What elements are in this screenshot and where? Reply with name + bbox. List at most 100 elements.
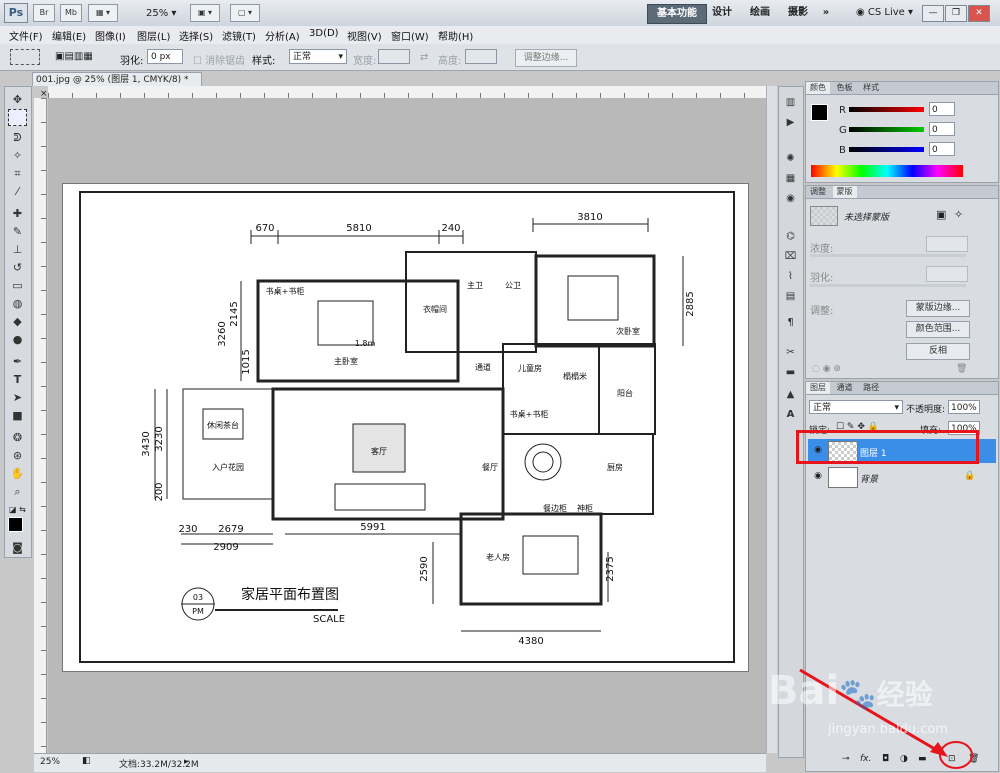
tab-swatches[interactable]: 色板 xyxy=(833,82,857,94)
restore-button[interactable]: ❐ xyxy=(945,5,967,22)
status-menu-arrow-icon[interactable]: ▸ xyxy=(184,757,189,767)
width-input[interactable] xyxy=(378,49,410,64)
shape-tool-icon[interactable]: ■ xyxy=(8,407,27,424)
3d-rotate-tool-icon[interactable]: ❂ xyxy=(8,429,27,446)
zoom-level-dropdown[interactable]: 25% ▾ xyxy=(146,8,176,19)
mask-feather-slider[interactable] xyxy=(810,284,966,287)
menu-image[interactable]: 图像(I) xyxy=(95,28,126,43)
paragraph-panel-icon[interactable]: ¶ xyxy=(782,315,799,330)
blend-mode-select[interactable]: 正常 ▾ xyxy=(809,400,903,414)
density-slider[interactable] xyxy=(810,254,966,257)
brush-presets-icon[interactable]: ✺ xyxy=(782,151,799,166)
vertical-scrollbar[interactable] xyxy=(766,86,777,753)
default-colors-icon[interactable]: ◪ ⇆ xyxy=(9,505,26,514)
mask-delete-icon[interactable]: 🗑 xyxy=(956,364,967,374)
zoom-tool-icon[interactable]: ⌕ xyxy=(8,483,27,500)
close-window-button[interactable]: ✕ xyxy=(968,5,990,22)
b-slider[interactable] xyxy=(849,147,924,152)
menu-3d[interactable]: 3D(D) xyxy=(309,28,339,39)
clone-stamp-tool-icon[interactable]: ⊥ xyxy=(8,241,27,258)
tool-presets-icon[interactable]: ⌬ xyxy=(782,229,799,244)
tab-masks[interactable]: 蒙版 xyxy=(832,186,857,198)
workspace-painting[interactable]: 绘画 xyxy=(745,4,775,22)
refine-edge-button[interactable]: 调整边缘... xyxy=(515,49,577,67)
blur-tool-icon[interactable]: ◆ xyxy=(8,313,27,330)
mask-edge-button[interactable]: 蒙版边缘... xyxy=(906,300,970,317)
anti-alias-checkbox[interactable]: ☐ 消除锯齿 xyxy=(193,52,245,67)
visibility-eye-icon[interactable]: ◉ xyxy=(812,471,824,483)
menu-window[interactable]: 窗口(W) xyxy=(391,28,429,43)
tab-styles[interactable]: 样式 xyxy=(859,82,883,94)
menu-layer[interactable]: 图层(L) xyxy=(137,28,170,43)
styles-icon[interactable]: ▲ xyxy=(782,387,799,402)
more-workspaces-icon[interactable]: » xyxy=(818,4,834,22)
invert-button[interactable]: 反相 xyxy=(906,343,970,360)
workspace-design[interactable]: 设计 xyxy=(708,4,736,22)
menu-select[interactable]: 选择(S) xyxy=(179,28,213,43)
swap-icon[interactable]: ⇄ xyxy=(420,52,428,63)
mini-bridge-button[interactable]: Mb xyxy=(60,4,82,22)
cs-live-button[interactable]: ◉ CS Live ▾ xyxy=(856,7,913,18)
color-range-button[interactable]: 颜色范围... xyxy=(906,321,970,338)
document-canvas[interactable]: 670 5810 240 3810 3260 2145 1015 3430 32… xyxy=(62,183,749,672)
r-input[interactable]: 0 xyxy=(929,102,955,116)
workspace-photography[interactable]: 摄影 xyxy=(783,4,813,22)
animation-panel-icon[interactable]: ⌧ xyxy=(782,249,799,264)
r-slider[interactable] xyxy=(849,107,924,112)
minimize-button[interactable]: — xyxy=(922,5,944,22)
menu-analysis[interactable]: 分析(A) xyxy=(265,28,300,43)
type-tool-icon[interactable]: T xyxy=(8,371,27,388)
history-panel-icon[interactable]: ▥ xyxy=(782,95,799,110)
move-tool-icon[interactable]: ✥ xyxy=(8,91,27,108)
history-brush-tool-icon[interactable]: ↺ xyxy=(8,259,27,276)
status-zoom[interactable]: 25% xyxy=(40,757,60,767)
menu-help[interactable]: 帮助(H) xyxy=(438,28,473,43)
g-input[interactable]: 0 xyxy=(929,122,955,136)
selection-mode-icons[interactable]: ▣▤▥▦ xyxy=(55,49,107,65)
eyedropper-tool-icon[interactable]: ⁄ xyxy=(8,183,27,200)
marquee-tool-icon[interactable] xyxy=(8,109,27,126)
status-info-icon[interactable]: ◧ xyxy=(82,756,91,766)
menu-file[interactable]: 文件(F) xyxy=(9,28,43,43)
tab-color[interactable]: 颜色 xyxy=(806,82,830,94)
info-panel-icon[interactable]: ◉ xyxy=(782,191,799,206)
character-panel-icon[interactable]: A xyxy=(782,407,799,422)
lasso-tool-icon[interactable]: ᕲ xyxy=(8,129,27,146)
quick-mask-icon[interactable]: ◙ xyxy=(8,539,27,556)
height-input[interactable] xyxy=(465,49,497,64)
clone-source-icon[interactable]: ▦ xyxy=(782,171,799,186)
color-foreground-swatch[interactable] xyxy=(811,104,828,121)
navigator-panel-icon[interactable]: ▤ xyxy=(782,289,799,304)
color-spectrum-ramp[interactable] xyxy=(811,165,963,177)
3d-orbit-tool-icon[interactable]: ⊛ xyxy=(8,447,27,464)
marquee-preset-icon[interactable] xyxy=(10,49,40,65)
layer-row-background[interactable]: ◉ 背景 🔒 xyxy=(808,465,996,489)
menu-filter[interactable]: 滤镜(T) xyxy=(222,28,256,43)
tab-layers[interactable]: 图层 xyxy=(806,382,830,394)
brush-tool-icon[interactable]: ✎ xyxy=(8,223,27,240)
density-input[interactable] xyxy=(926,236,968,252)
crop-tool-icon[interactable]: ⌗ xyxy=(8,165,27,182)
vector-mask-icon[interactable]: ✧ xyxy=(954,208,963,221)
path-selection-tool-icon[interactable]: ➤ xyxy=(8,389,27,406)
paint-bucket-tool-icon[interactable]: ◍ xyxy=(8,295,27,312)
workspace-essentials[interactable]: 基本功能 xyxy=(647,4,707,24)
document-tab[interactable]: 001.jpg @ 25% (图层 1, CMYK/8) * × xyxy=(32,72,202,99)
actions-panel-icon[interactable]: ▶ xyxy=(782,115,799,130)
style-select[interactable]: 正常 ▾ xyxy=(289,49,347,64)
mask-footer-icons[interactable]: ◌ ◉ ⊛ xyxy=(812,364,841,374)
view-extras-icon[interactable]: ▦ ▾ xyxy=(88,4,118,22)
tab-adjustments[interactable]: 调整 xyxy=(806,186,830,198)
b-input[interactable]: 0 xyxy=(929,142,955,156)
notes-panel-icon[interactable]: ▬ xyxy=(782,365,799,380)
menu-edit[interactable]: 编辑(E) xyxy=(52,28,86,43)
feather-input[interactable]: 0 px xyxy=(147,49,183,64)
dodge-tool-icon[interactable]: ● xyxy=(8,331,27,348)
hand-tool-icon[interactable]: ✋ xyxy=(8,465,27,482)
opacity-input[interactable]: 100% xyxy=(948,400,980,414)
bridge-button[interactable]: Br xyxy=(33,4,55,22)
3d-panel-icon[interactable]: ✂ xyxy=(782,345,799,360)
healing-brush-tool-icon[interactable]: ✚ xyxy=(8,205,27,222)
g-slider[interactable] xyxy=(849,127,924,132)
pen-tool-icon[interactable]: ✒ xyxy=(8,353,27,370)
